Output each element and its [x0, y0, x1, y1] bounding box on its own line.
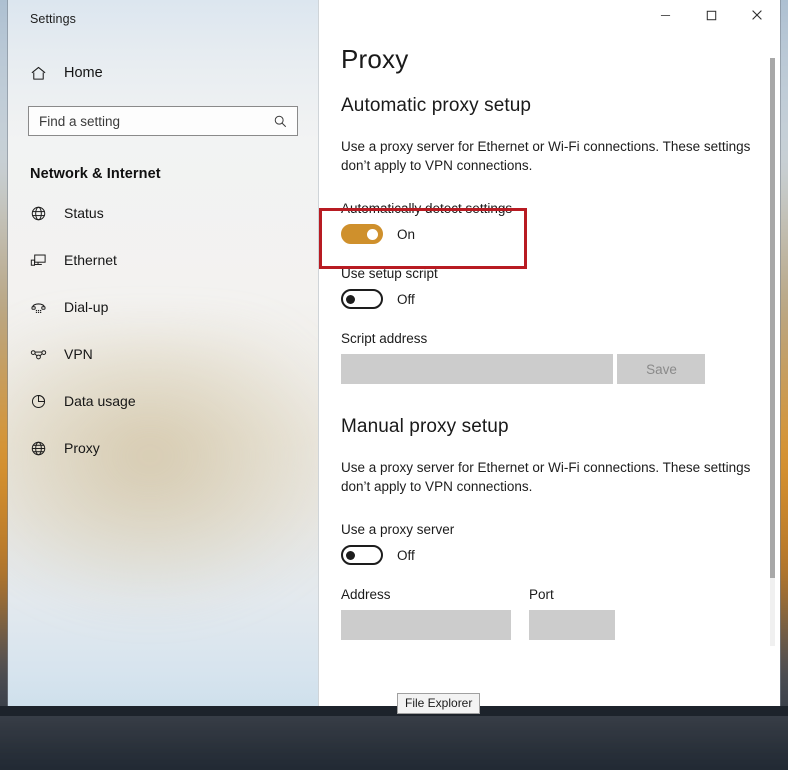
settings-window: Settings Home Network & Internet: [8, 0, 780, 706]
sidebar-item-proxy-label: Proxy: [64, 440, 100, 456]
address-label: Address: [341, 587, 511, 602]
vpn-icon: [28, 346, 48, 363]
toggle-knob: [367, 229, 378, 240]
use-proxy-server-label: Use a proxy server: [341, 522, 780, 537]
taskbar: [0, 706, 788, 716]
sidebar-item-status-label: Status: [64, 205, 104, 221]
sidebar-item-proxy[interactable]: Proxy: [8, 433, 318, 463]
window-titlebar: [319, 0, 780, 32]
sidebar-item-dial-up-label: Dial-up: [64, 299, 108, 315]
address-field-group: Address: [341, 587, 511, 662]
sidebar-item-data-usage-label: Data usage: [64, 393, 136, 409]
setup-script-toggle-row: Off: [341, 289, 780, 309]
ethernet-icon: [28, 252, 48, 269]
manual-proxy-heading: Manual proxy setup: [341, 416, 780, 438]
sidebar-item-dial-up[interactable]: Dial-up: [8, 292, 318, 322]
setup-script-toggle[interactable]: [341, 289, 383, 309]
sidebar-nav-list: Status Ethernet: [8, 198, 318, 463]
dial-up-icon: [28, 299, 48, 316]
auto-detect-toggle[interactable]: [341, 224, 383, 244]
address-port-row: Address Port: [341, 587, 780, 662]
script-address-label: Script address: [341, 331, 780, 346]
content-pane: Proxy Automatic proxy setup Use a proxy …: [319, 0, 780, 706]
content-scrollbar[interactable]: [770, 58, 775, 646]
automatic-proxy-heading: Automatic proxy setup: [341, 95, 780, 117]
auto-detect-toggle-row: On: [341, 224, 780, 244]
sidebar-item-vpn-label: VPN: [64, 346, 93, 362]
close-button[interactable]: [734, 0, 780, 30]
home-icon: [28, 65, 48, 82]
setup-script-state: Off: [397, 292, 415, 307]
proxy-settings-pane: Proxy Automatic proxy setup Use a proxy …: [319, 32, 780, 662]
use-proxy-server-state: Off: [397, 548, 415, 563]
sidebar-item-home-label: Home: [64, 65, 103, 81]
toggle-knob: [346, 551, 355, 560]
minimize-button[interactable]: [642, 0, 688, 30]
sidebar-item-home[interactable]: Home: [28, 60, 318, 86]
sidebar-item-ethernet-label: Ethernet: [64, 252, 117, 268]
maximize-button[interactable]: [688, 0, 734, 30]
port-input[interactable]: [529, 610, 615, 640]
setup-script-label: Use setup script: [341, 266, 780, 281]
save-button[interactable]: Save: [617, 354, 705, 384]
address-input[interactable]: [341, 610, 511, 640]
globe-status-icon: [28, 205, 48, 222]
search-icon[interactable]: [273, 114, 297, 129]
manual-proxy-description: Use a proxy server for Ethernet or Wi-Fi…: [341, 458, 753, 496]
sidebar-category-label: Network & Internet: [30, 166, 318, 182]
auto-detect-state: On: [397, 227, 415, 242]
port-label: Port: [529, 587, 615, 602]
settings-sidebar: Settings Home Network & Internet: [8, 0, 319, 706]
proxy-globe-icon: [28, 440, 48, 457]
sidebar-item-ethernet[interactable]: Ethernet: [8, 245, 318, 275]
sidebar-item-data-usage[interactable]: Data usage: [8, 386, 318, 416]
sidebar-item-status[interactable]: Status: [8, 198, 318, 228]
app-title: Settings: [8, 0, 318, 26]
sidebar-item-vpn[interactable]: VPN: [8, 339, 318, 369]
use-proxy-server-toggle[interactable]: [341, 545, 383, 565]
search-box[interactable]: [28, 106, 298, 136]
file-explorer-tooltip: File Explorer: [397, 693, 480, 714]
automatic-proxy-description: Use a proxy server for Ethernet or Wi-Fi…: [341, 137, 753, 175]
use-proxy-server-toggle-row: Off: [341, 545, 780, 565]
auto-detect-label: Automatically detect settings: [341, 201, 780, 216]
page-title: Proxy: [341, 44, 780, 75]
toggle-knob: [346, 295, 355, 304]
scrollbar-thumb[interactable]: [770, 58, 775, 578]
search-input[interactable]: [29, 114, 273, 129]
script-address-input[interactable]: [341, 354, 613, 384]
data-usage-icon: [28, 393, 48, 410]
port-field-group: Port: [529, 587, 615, 662]
